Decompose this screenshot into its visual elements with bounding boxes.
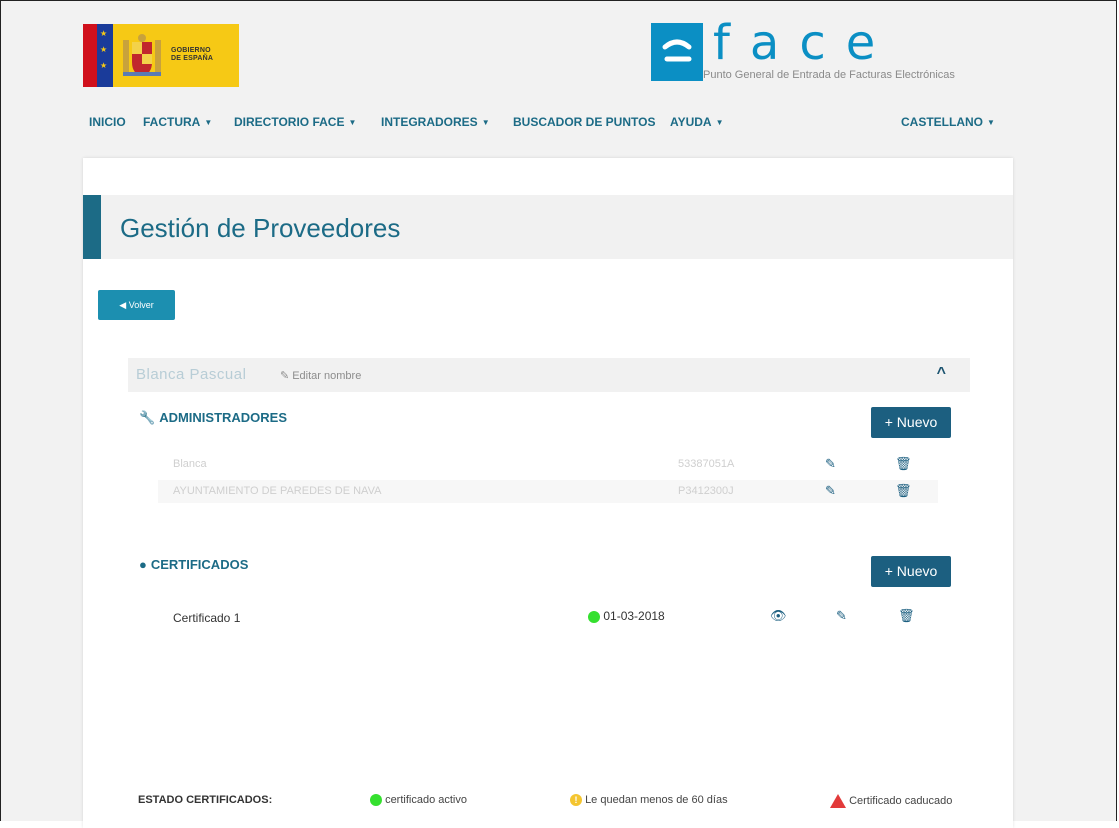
edit-pencil-icon[interactable]: ✎	[825, 483, 836, 499]
wrench-icon: 🔧	[139, 410, 156, 425]
new-admin-button[interactable]: + Nuevo	[871, 407, 951, 438]
certificados-heading-label: CERTIFICADOS	[150, 557, 249, 572]
main-navigation: INICIO FACTURA ▼ DIRECTORIO FACE ▼ INTEGRA…	[89, 115, 1009, 135]
title-accent-bar	[83, 195, 101, 259]
language-label: CASTELLANO	[901, 115, 983, 129]
gobierno-line-1: GOBIERNO	[171, 47, 211, 54]
nav-buscador-de-puntos[interactable]: BUSCADOR DE PUNTOS	[513, 115, 655, 129]
caret-down-icon: ▼	[204, 118, 213, 128]
nav-label: INICIO	[89, 115, 126, 129]
admin-row: AYUNTAMIENTO DE PAREDES DE NAVA P3412300…	[158, 480, 938, 503]
face-tagline: Punto General de Entrada de Facturas Ele…	[703, 69, 955, 81]
caret-down-icon: ▼	[715, 118, 724, 128]
coat-of-arms-icon	[123, 34, 161, 76]
admin-id: 53387051A	[678, 458, 735, 470]
edit-name-link[interactable]: ✎ Editar nombre	[280, 369, 361, 382]
nav-factura[interactable]: FACTURA ▼	[143, 115, 212, 129]
chevron-up-icon[interactable]: ^	[937, 365, 946, 383]
nav-label: FACTURA	[143, 115, 201, 129]
administradores-heading-label: ADMINISTRADORES	[159, 410, 288, 425]
plus-icon: +	[884, 563, 897, 579]
caret-down-icon: ▼	[987, 118, 995, 128]
legend-active: certificado activo	[370, 794, 467, 807]
nav-label: DIRECTORIO FACE	[234, 115, 345, 129]
new-certificate-button[interactable]: + Nuevo	[871, 556, 951, 587]
legend-active-label: certificado activo	[385, 794, 467, 806]
alert-triangle-icon	[830, 794, 846, 808]
certificate-name: Certificado 1	[173, 611, 241, 625]
certificate-row: Certificado 1 01-03-2018 👁 ✎ 🗑	[158, 606, 938, 630]
edit-pencil-icon[interactable]: ✎	[836, 608, 847, 624]
legend-warning: ! Le quedan menos de 60 días	[570, 794, 728, 807]
legend-warning-label: Le quedan menos de 60 días	[585, 794, 728, 806]
administradores-heading: 🔧 ADMINISTRADORES	[139, 410, 287, 426]
dot-icon: ●	[139, 557, 147, 572]
caret-down-icon: ▼	[481, 118, 490, 128]
gobierno-logo[interactable]: ★ ★ ★ GOBIERNO DE ESPAÑA	[83, 24, 239, 87]
active-status-dot-icon	[370, 794, 382, 807]
admin-name: AYUNTAMIENTO DE PAREDES DE NAVA	[173, 485, 382, 497]
admin-row: Blanca 53387051A ✎ 🗑	[158, 453, 938, 476]
certificate-date: 01-03-2018	[603, 609, 665, 623]
admin-name: Blanca	[173, 458, 207, 470]
certificate-status: 01-03-2018	[588, 609, 665, 623]
edit-pencil-icon[interactable]: ✎	[825, 456, 836, 472]
certificate-status-legend: ESTADO CERTIFICADOS: certificado activo …	[138, 794, 998, 814]
legend-expired-label: Certificado caducado	[849, 794, 953, 807]
gobierno-text: GOBIERNO DE ESPAÑA	[171, 47, 213, 63]
nav-integradores[interactable]: INTEGRADORES ▼	[381, 115, 490, 129]
nav-ayuda[interactable]: AYUDA ▼	[670, 115, 724, 129]
new-admin-label: Nuevo	[896, 414, 938, 430]
provider-name: Blanca Pascual	[136, 366, 247, 383]
edit-name-label: Editar nombre	[292, 370, 362, 382]
legend-label: ESTADO CERTIFICADOS:	[138, 794, 273, 806]
admin-id: P3412300J	[678, 485, 734, 497]
face-wordmark: face	[713, 15, 896, 71]
nav-directorio-face[interactable]: DIRECTORIO FACE ▼	[234, 115, 356, 129]
face-logo[interactable]: face Punto General de Entrada de Factura…	[651, 15, 1011, 87]
title-band: Gestión de Proveedores	[83, 195, 1013, 259]
nav-label: BUSCADOR DE PUNTOS	[513, 115, 656, 129]
plus-icon: +	[884, 414, 897, 430]
back-button-label: Volver	[128, 300, 154, 310]
nav-label: AYUDA	[670, 115, 712, 129]
arrow-left-icon: ◀	[119, 300, 129, 310]
caret-down-icon: ▼	[348, 118, 357, 128]
flag-red-stripe	[83, 24, 97, 87]
star-icon: ★	[100, 61, 108, 70]
page-background: ★ ★ ★ GOBIERNO DE ESPAÑA face Punto Gene…	[1, 1, 1116, 828]
edit-icon: ✎	[280, 370, 290, 382]
provider-panel-header[interactable]: Blanca Pascual ✎ Editar nombre ^	[128, 358, 970, 392]
trash-icon[interactable]: 🗑	[898, 608, 915, 624]
active-status-dot-icon	[588, 610, 600, 623]
star-icon: ★	[100, 45, 108, 54]
language-selector[interactable]: CASTELLANO ▼	[901, 115, 995, 129]
certificados-heading: ● CERTIFICADOS	[139, 557, 248, 572]
main-card: Gestión de Proveedores ◀ Volver Blanca P…	[83, 158, 1013, 828]
new-certificate-label: Nuevo	[896, 563, 938, 579]
back-button[interactable]: ◀ Volver	[98, 290, 175, 320]
gobierno-line-2: DE ESPAÑA	[171, 55, 214, 62]
trash-icon[interactable]: 🗑	[895, 483, 912, 499]
warning-icon: !	[570, 794, 582, 807]
nav-label: INTEGRADORES	[381, 115, 478, 129]
star-icon: ★	[100, 29, 108, 38]
nav-inicio[interactable]: INICIO	[89, 115, 126, 129]
legend-expired: Certificado caducado	[830, 794, 952, 808]
face-logo-icon	[651, 23, 703, 81]
page-title: Gestión de Proveedores	[120, 213, 401, 243]
eye-icon[interactable]: 👁	[770, 608, 787, 624]
trash-icon[interactable]: 🗑	[895, 456, 912, 472]
